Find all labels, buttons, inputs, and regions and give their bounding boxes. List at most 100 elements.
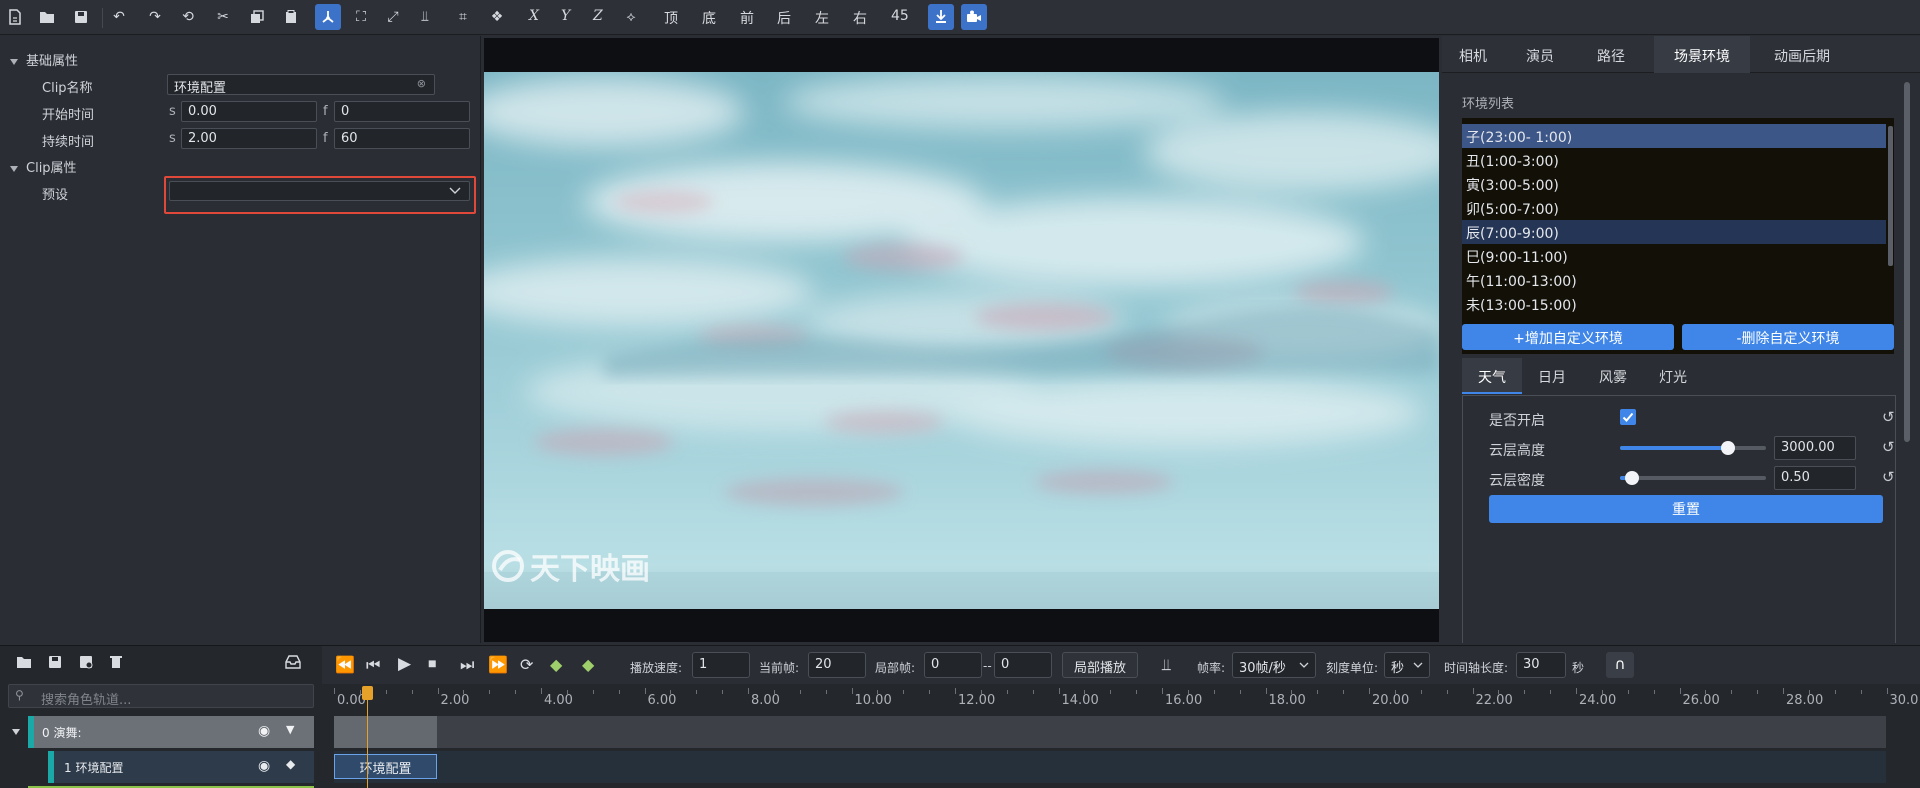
axis-x-button[interactable]: X <box>529 8 539 24</box>
tab-actor[interactable]: 演员 <box>1504 36 1576 73</box>
duration-s-unit: s <box>169 131 176 146</box>
expand-triangle-icon[interactable] <box>12 729 20 735</box>
tab-scene-env[interactable]: 场景环境 <box>1654 36 1750 73</box>
dropdown-arrow-icon[interactable]: ▼ <box>286 723 294 736</box>
history-icon[interactable]: ⟲ <box>175 4 201 30</box>
move-gizmo-icon[interactable] <box>315 4 341 30</box>
view-left-button[interactable]: 左 <box>815 8 829 28</box>
align-bottom-icon[interactable]: ⫫ <box>412 4 438 30</box>
enabled-checkbox[interactable] <box>1620 409 1636 425</box>
env-list-item[interactable]: 巳(9:00-11:00) <box>1462 244 1886 268</box>
save-track-icon[interactable] <box>48 654 62 673</box>
start-frame-input[interactable]: 0 <box>334 101 470 122</box>
scale-gizmo-icon[interactable]: ⤢ <box>380 4 406 30</box>
ruler-minor-tick <box>670 690 672 694</box>
axis-z-button[interactable]: Z <box>593 8 603 24</box>
clip-name-label: Clip名称 <box>42 81 93 96</box>
view-right-button[interactable]: 右 <box>853 8 867 28</box>
track-search-input[interactable]: ⚲ 搜索角色轨道... <box>8 684 314 708</box>
right-panel-scrollbar[interactable] <box>1904 82 1910 442</box>
start-seconds-input[interactable]: 0.00 <box>181 101 317 122</box>
view-top-button[interactable]: 顶 <box>664 8 678 28</box>
ruler-minor-tick <box>1420 690 1422 694</box>
ruler-tick-label: 14.00 <box>1061 693 1099 708</box>
inbox-icon[interactable] <box>285 654 301 673</box>
camera-bind-icon[interactable] <box>961 4 987 30</box>
tab-path[interactable]: 路径 <box>1576 36 1646 73</box>
subtab-light[interactable]: 灯光 <box>1644 358 1702 394</box>
cloud-height-label: 云层高度 <box>1489 443 1545 459</box>
start-s-unit: s <box>169 104 176 119</box>
reset-enabled-icon[interactable]: ↺ <box>1882 408 1895 426</box>
chevron-down-icon <box>449 187 461 194</box>
ruler-tick <box>1369 688 1370 694</box>
env-clip-block[interactable]: 环境配置 <box>334 754 437 779</box>
view-45-button[interactable]: 45 <box>891 8 909 24</box>
visibility-eye-icon[interactable]: ◉ <box>258 758 270 774</box>
cloud-density-input[interactable]: 0.50 <box>1774 466 1856 490</box>
visibility-eye-icon[interactable]: ◉ <box>258 723 270 739</box>
ruler-minor-tick <box>1187 690 1189 694</box>
group-icon[interactable]: ❖ <box>484 4 510 30</box>
reset-cloud-height-icon[interactable]: ↺ <box>1882 438 1895 456</box>
redo-icon[interactable]: ↷ <box>142 4 168 30</box>
delete-track-icon[interactable] <box>110 654 122 673</box>
tab-camera[interactable]: 相机 <box>1442 36 1504 73</box>
ruler-tick <box>1783 688 1784 694</box>
duration-frame-input[interactable]: 60 <box>334 128 470 149</box>
env-list-item[interactable]: 未(13:00-15:00) <box>1462 292 1886 316</box>
subtab-sun-moon[interactable]: 日月 <box>1522 358 1582 394</box>
ruler-tick-label: 24.00 <box>1579 693 1617 708</box>
timeline-ruler[interactable]: 0.00 2.00 4.00 6.00 8.00 10.00 12.00 14.00 16.00… <box>334 646 1920 788</box>
reset-cloud-density-icon[interactable]: ↺ <box>1882 468 1895 486</box>
subtab-weather[interactable]: 天气 <box>1462 358 1522 394</box>
env-list-item[interactable]: 丑(1:00-3:00) <box>1462 148 1886 172</box>
cloud-height-slider[interactable] <box>1620 441 1766 455</box>
cut-icon[interactable]: ✂ <box>210 4 236 30</box>
track-row-group[interactable]: 0 演舞: ◉ ▼ <box>0 716 314 748</box>
subtab-wind-fog[interactable]: 风雾 <box>1582 358 1644 394</box>
undo-icon[interactable]: ↶ <box>106 4 132 30</box>
view-front-button[interactable]: 前 <box>740 8 754 28</box>
duration-seconds-input[interactable]: 2.00 <box>181 128 317 149</box>
crop-icon[interactable]: ⌗ <box>450 4 476 30</box>
save-as-track-icon[interactable] <box>79 654 93 673</box>
env-list-item[interactable]: 子(23:00- 1:00) <box>1462 124 1886 148</box>
tab-post-anim[interactable]: 动画后期 <box>1752 36 1852 73</box>
new-file-icon[interactable] <box>2 4 28 30</box>
env-list-item[interactable]: 卯(5:00-7:00) <box>1462 196 1886 220</box>
playhead-handle[interactable] <box>362 686 373 700</box>
keyframe-diamond-icon[interactable]: ◆ <box>286 757 295 771</box>
save-icon[interactable] <box>68 4 94 30</box>
section-basic-header[interactable]: 基础属性 <box>10 50 78 69</box>
axis-y-button[interactable]: Y <box>561 8 570 24</box>
weather-reset-button[interactable]: 重置 <box>1489 495 1883 523</box>
open-folder-icon[interactable] <box>34 4 60 30</box>
copy-icon[interactable] <box>244 4 270 30</box>
view-back-button[interactable]: 后 <box>777 8 791 28</box>
slider-handle[interactable] <box>1721 441 1736 455</box>
view-bottom-button[interactable]: 底 <box>702 8 716 28</box>
add-custom-env-button[interactable]: +增加自定义环境 <box>1462 324 1674 350</box>
env-list-item[interactable]: 辰(7:00-9:00) <box>1462 220 1886 244</box>
drop-to-ground-icon[interactable] <box>928 4 954 30</box>
env-list-scrollbar[interactable] <box>1888 126 1893 266</box>
preset-select[interactable] <box>169 181 470 201</box>
cloud-height-input[interactable]: 3000.00 <box>1774 436 1856 460</box>
rotate-gizmo-icon[interactable]: ⛶ <box>348 4 374 30</box>
clip-name-input[interactable]: 环境配置 ⊗ <box>167 74 435 95</box>
scene-viewport[interactable]: 天下映画 <box>484 38 1439 642</box>
ruler-minor-tick <box>1446 690 1448 694</box>
axis-free-icon[interactable]: ⟡ <box>618 4 644 30</box>
section-clip-header[interactable]: Clip属性 <box>10 157 77 176</box>
env-list-item[interactable]: 午(11:00-13:00) <box>1462 268 1886 292</box>
clear-icon[interactable]: ⊗ <box>417 77 426 90</box>
cloud-density-slider[interactable] <box>1620 471 1766 485</box>
sky-render: 天下映画 <box>484 72 1439 609</box>
env-list-item[interactable]: 寅(3:00-5:00) <box>1462 172 1886 196</box>
track-row-env[interactable]: 1 环境配置 ◉ ◆ <box>48 751 314 783</box>
paste-icon[interactable] <box>278 4 304 30</box>
delete-custom-env-button[interactable]: -删除自定义环境 <box>1682 324 1894 350</box>
slider-handle[interactable] <box>1624 471 1639 485</box>
open-track-icon[interactable] <box>16 654 32 673</box>
